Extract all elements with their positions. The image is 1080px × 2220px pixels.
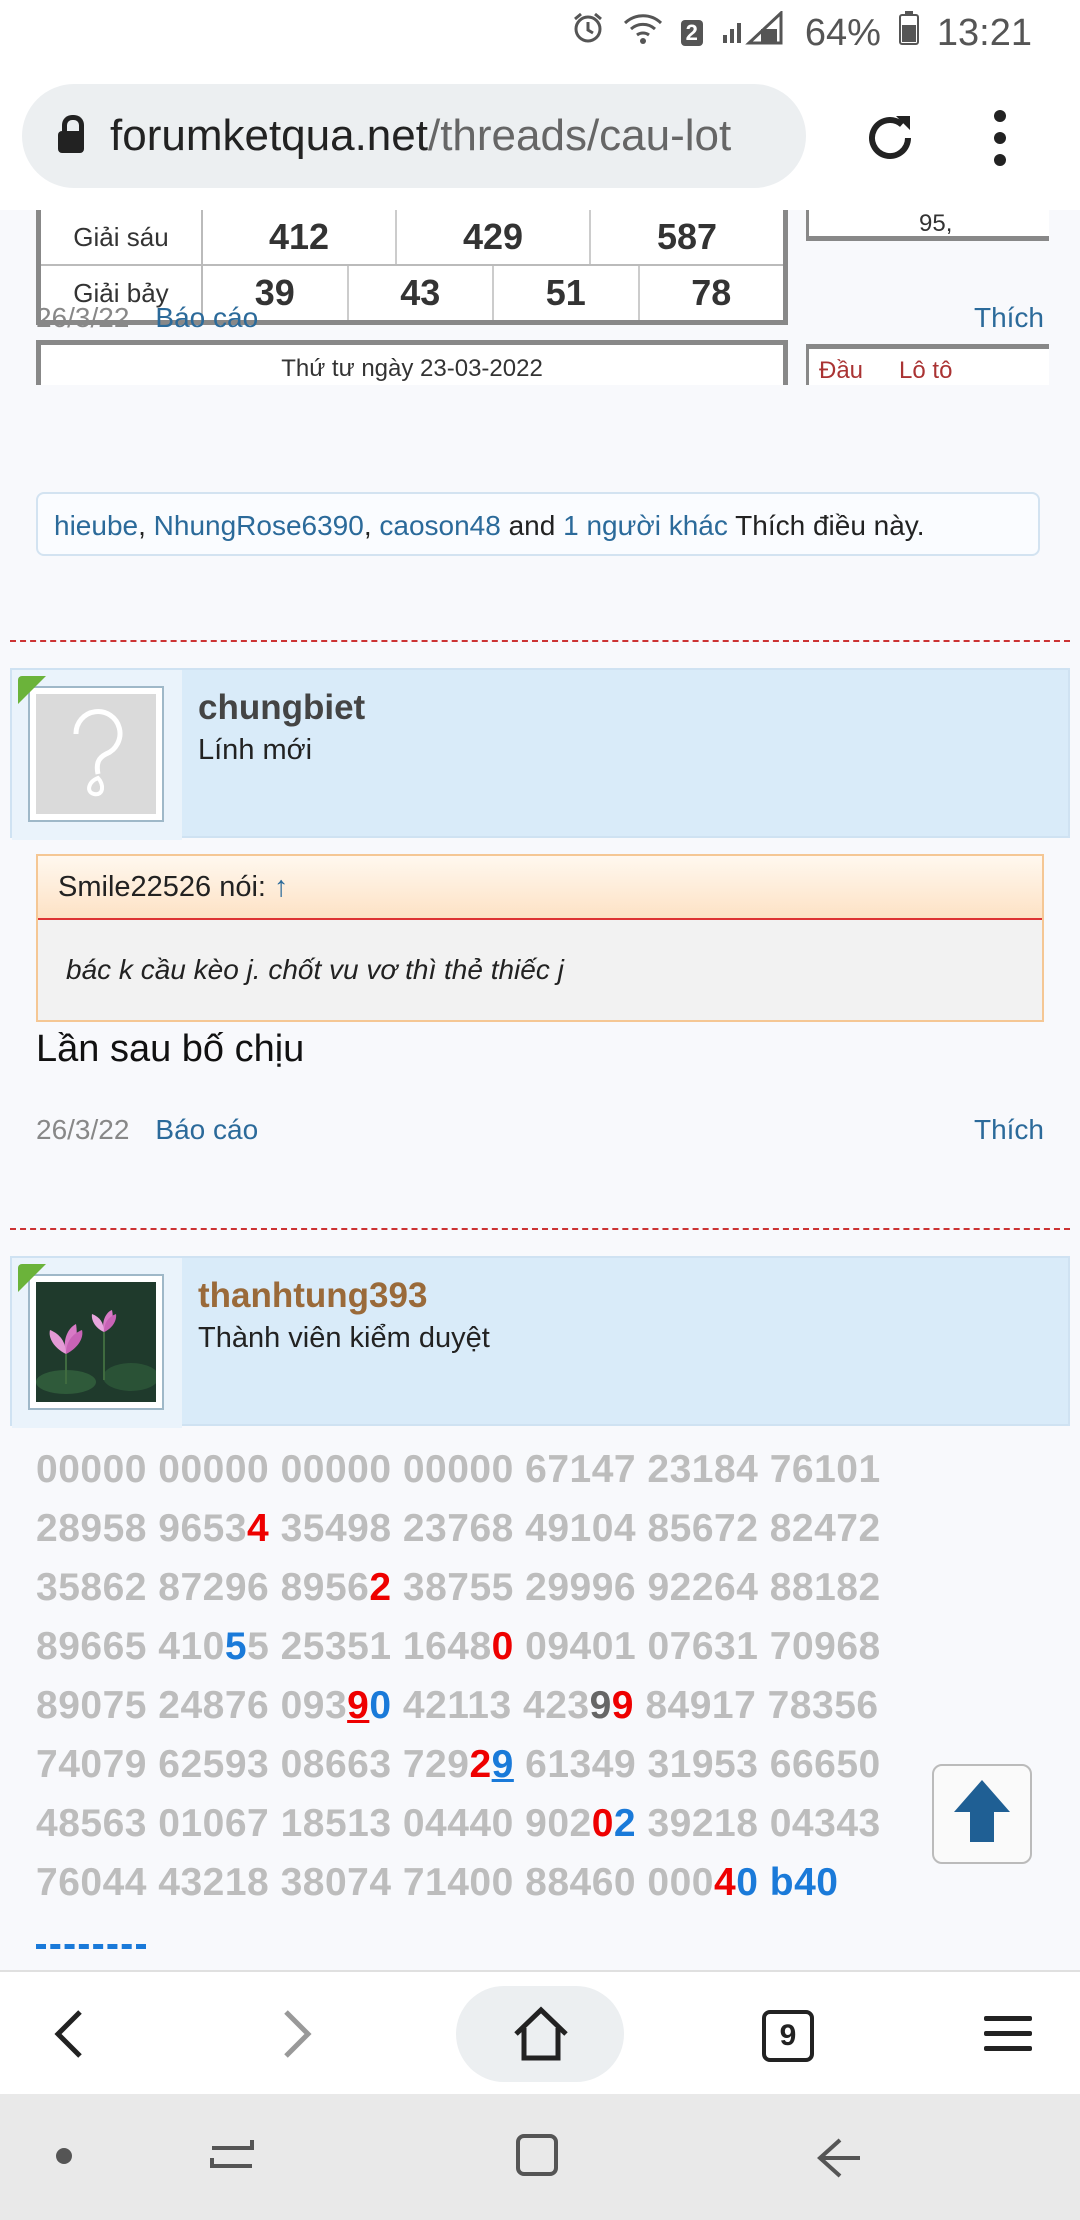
side-fragment-text: 95, [919,210,953,237]
liker-link[interactable]: hieube [54,510,138,541]
dashed-separator [36,1944,146,1949]
post-user-header: thanhtung393 Thành viên kiểm duyệt [10,1256,1070,1428]
browser-toolbar: forumketqua.net/threads/cau-lot [0,66,1080,212]
side-head-loto: Lô tô [899,357,953,384]
side-table-fragment: 95, [806,210,1049,241]
post-divider [10,1228,1070,1230]
online-indicator [18,676,46,704]
alarm-icon [571,11,605,55]
report-link[interactable]: Báo cáo [155,302,258,334]
recent-apps-icon[interactable] [208,2134,256,2187]
side-head-dau: Đầu [819,357,864,384]
lottery-row-label: Giải sáu [41,210,203,264]
avatar-container [12,670,182,840]
url-domain: forumketqua.net [110,111,428,160]
tabs-counter-button[interactable]: 9 [762,2010,814,2062]
home-icon [512,2006,570,2067]
post-footer: 26/3/22 Báo cáo Thích [36,302,1044,334]
system-navigation-bar [0,2094,1080,2220]
arrow-up-icon [934,1780,1030,1866]
lottery-value: 412 [203,210,397,264]
post-date: 26/3/22 [36,1114,130,1145]
report-link[interactable]: Báo cáo [155,1114,258,1146]
number-line: 89075 24876 09390 42113 42399 84917 7835… [36,1684,879,1727]
number-grid: 00000 00000 00000 00000 67147 23184 7610… [36,1440,1044,1912]
scroll-to-top-button[interactable] [932,1764,1032,1864]
address-bar[interactable]: forumketqua.net/threads/cau-lot [22,84,806,188]
quote-jump-arrow[interactable]: ↑ [274,871,289,903]
network-badge: 2 [680,20,703,46]
post-user-header: chungbiet Lính mới [10,668,1070,840]
lottery-date: Thứ tư ngày 23-03-2022 [281,355,543,382]
battery-icon [898,11,919,55]
quote-header: Smile22526 nói: ↑ [38,856,1042,920]
back-icon[interactable] [50,2008,90,2065]
number-line: 89665 41055 25351 16480 09401 07631 7096… [36,1625,881,1668]
quote-author: Smile22526 nói: [58,871,266,903]
number-line: 48563 01067 18513 04440 90202 39218 0434… [36,1802,881,1845]
side-table-header: Đầu Lô tô [806,344,1049,385]
default-avatar-icon [36,694,156,814]
user-title: Lính mới [198,734,313,766]
lotus-avatar-icon [36,1282,159,1402]
post-footer: 26/3/22 Báo cáo Thích [36,1114,1044,1146]
likes-and: and [508,510,556,541]
likes-others-link[interactable]: 1 người khác [563,510,728,541]
number-line: 28958 96534 35498 23768 49104 85672 8247… [36,1507,881,1550]
status-bar: 2 64% 13:21 [0,0,1080,66]
lock-icon [58,115,84,153]
like-link[interactable]: Thích [974,1114,1044,1146]
home-square-icon[interactable] [514,2132,562,2185]
more-options-icon[interactable] [990,106,1010,170]
username-link[interactable]: chungbiet [198,688,365,728]
url-text[interactable]: forumketqua.net/threads/cau-lot [110,111,790,161]
browser-bottom-bar: 9 [0,1970,1080,2096]
liker-link[interactable]: NhungRose6390 [154,510,364,541]
post-date: 26/3/22 [36,302,130,333]
number-line: 00000 00000 00000 00000 67147 23184 7610… [36,1448,881,1491]
post-divider [10,640,1070,642]
wifi-icon [623,12,663,55]
number-line: 35862 87296 89562 38755 29996 92264 8818… [36,1566,881,1609]
signal-icon [721,9,787,55]
post-body: Lần sau bố chịu [36,1028,305,1070]
like-link[interactable]: Thích [974,302,1044,334]
avatar[interactable] [28,1274,164,1410]
quote-text: bác k cầu kèo j. chốt vu vơ thì thẻ thiế… [66,954,564,985]
lottery-table-next: Thứ tư ngày 23-03-2022 [36,340,788,385]
battery-percent: 64% [804,11,881,54]
forward-icon[interactable] [276,2008,316,2065]
url-path: /threads/cau-lot [427,111,732,160]
thread-content: Giải sáu 412 429 587 Giải bảy 39 43 51 7… [0,210,1080,1970]
likes-summary: hieube, NhungRose6390, caoson48 and 1 ng… [36,492,1040,556]
likes-suffix: Thích điều này. [735,510,925,541]
lottery-row: Giải sáu 412 429 587 [41,210,783,266]
liker-link[interactable]: caoson48 [379,510,500,541]
lottery-value: 429 [397,210,591,264]
clock: 13:21 [936,11,1032,54]
username-link[interactable]: thanhtung393 [198,1276,427,1316]
home-button[interactable] [456,1986,624,2082]
system-back-icon[interactable] [814,2134,862,2187]
dot-icon[interactable] [56,2148,72,2164]
reload-icon[interactable] [860,108,920,168]
menu-icon[interactable] [984,2016,1032,2061]
number-line: 76044 43218 38074 71400 88460 00040 b40 [36,1861,839,1904]
lottery-value: 587 [656,216,718,257]
number-line: 74079 62593 08663 72929 61349 31953 6665… [36,1743,881,1786]
avatar[interactable] [28,686,164,822]
quote-block: Smile22526 nói: ↑ bác k cầu kèo j. chốt v… [36,854,1044,1022]
user-title: Thành viên kiểm duyệt [198,1322,490,1354]
online-indicator [18,1264,46,1292]
avatar-container [12,1258,182,1428]
